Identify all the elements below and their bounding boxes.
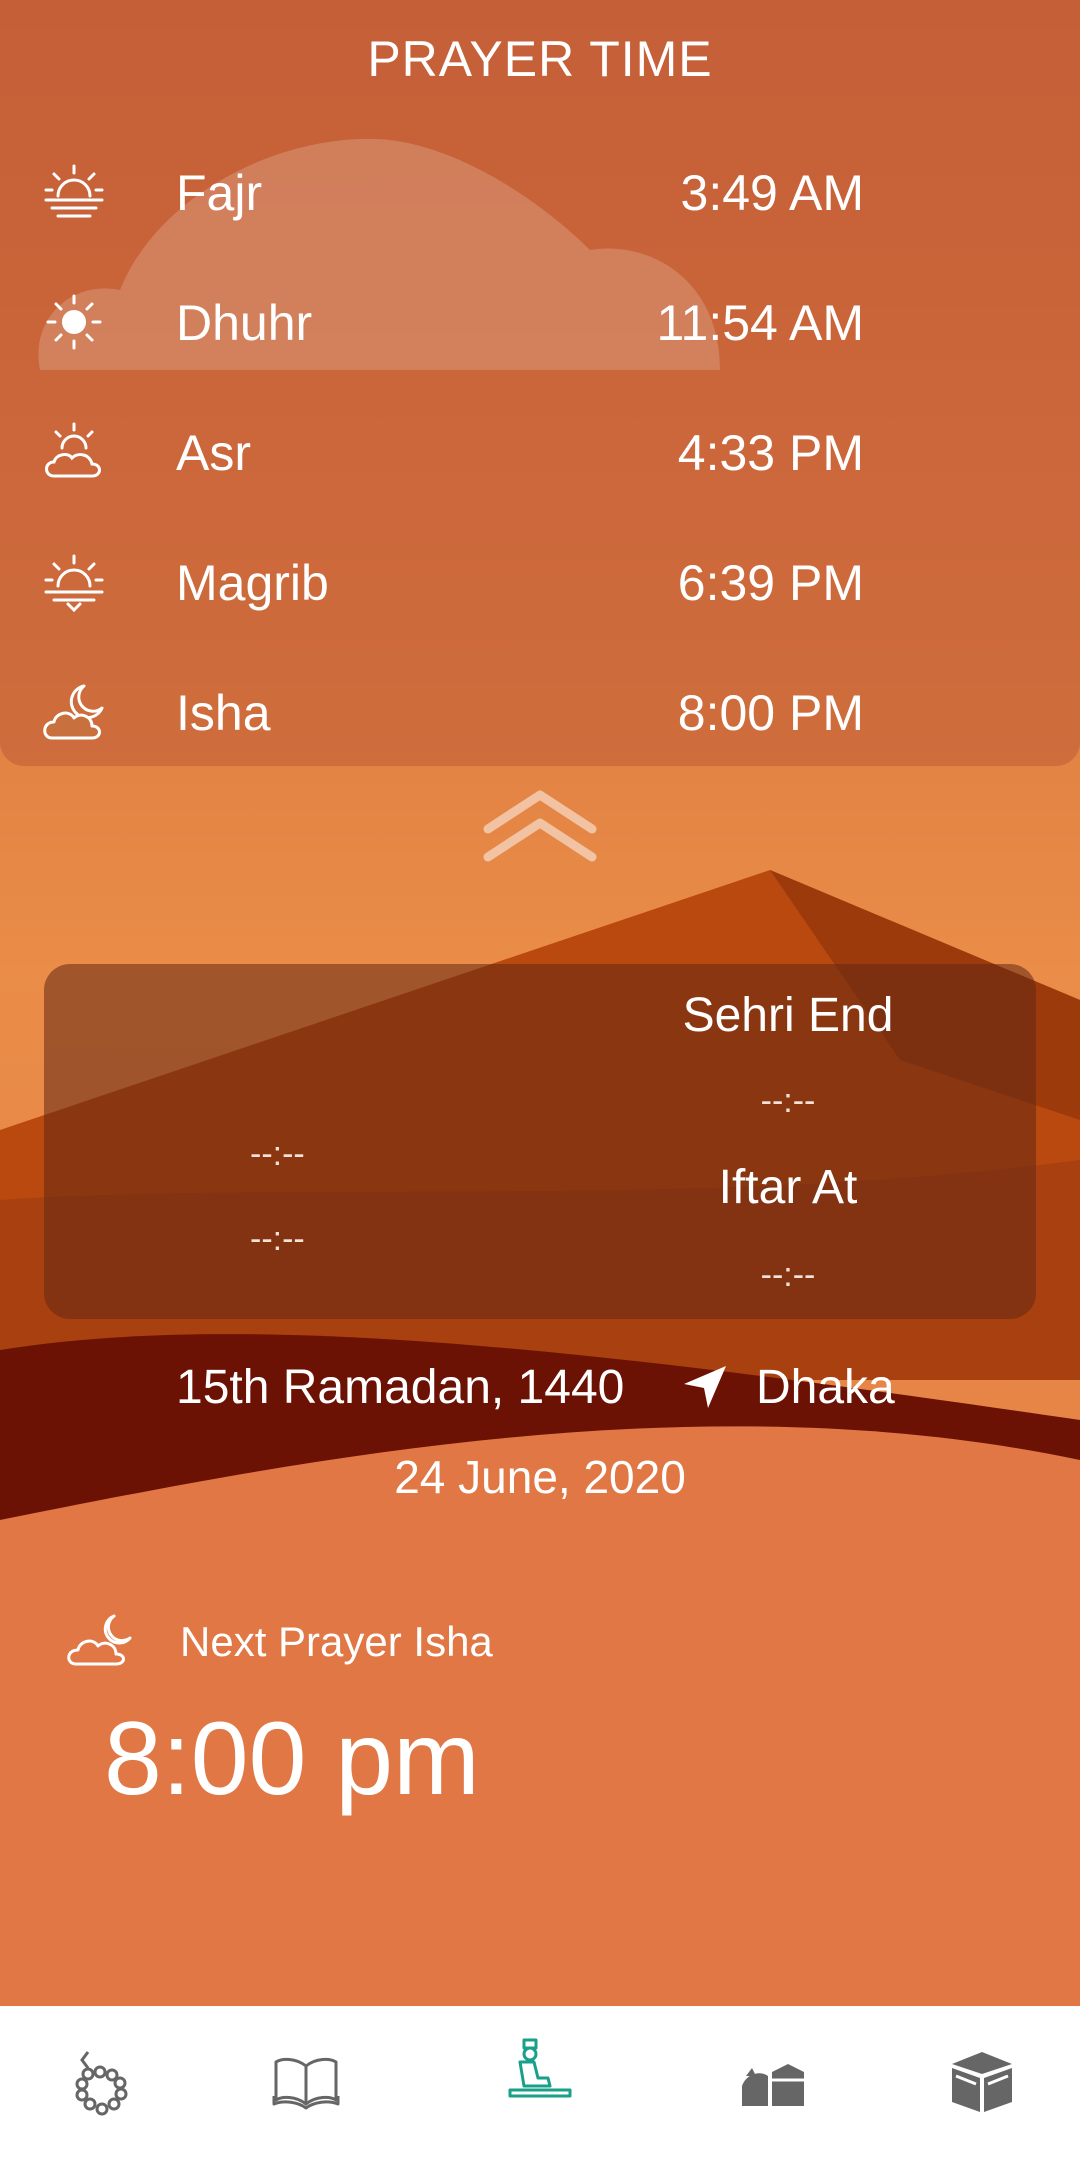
prayer-name: Isha (176, 685, 271, 741)
prayer-row-dhuhr[interactable]: Dhuhr 11:54 AM (0, 262, 1080, 382)
prayer-row-fajr[interactable]: Fajr 3:49 AM (0, 132, 1080, 252)
prayer-icon[interactable] (504, 2032, 576, 2104)
fasting-left-value: --:-- (250, 1135, 305, 1173)
sun-icon (46, 294, 102, 350)
sunset-icon (44, 554, 104, 613)
prayer-time: 11:54 AM (656, 295, 864, 351)
prayer-name: Fajr (176, 165, 263, 221)
moon-cloud-icon (43, 684, 104, 740)
prayer-times-panel: PRAYER TIME Fajr 3:49 AM Dhuhr 11:54 AM (0, 0, 1080, 766)
moon-cloud-icon (67, 1614, 132, 1666)
sehri-end-value: --:-- (760, 1082, 816, 1120)
prayer-time: 8:00 PM (677, 685, 864, 741)
prayer-time: 3:49 AM (680, 165, 864, 221)
iftar-at-value: --:-- (760, 1256, 816, 1294)
tasbih-icon[interactable] (66, 2046, 138, 2118)
sun-cloud-icon (45, 422, 101, 478)
iftar-at-label: Iftar At (718, 1161, 858, 1214)
hijri-date: 15th Ramadan, 1440 (176, 1361, 625, 1414)
sehri-end-label: Sehri End (682, 989, 894, 1042)
prayer-name: Dhuhr (176, 295, 313, 351)
page-title: PRAYER TIME (367, 31, 713, 87)
prayer-name: Asr (176, 425, 251, 481)
prayer-row-isha[interactable]: Isha 8:00 PM (0, 652, 1080, 766)
next-prayer-label: Next Prayer Isha (180, 1618, 493, 1665)
prayer-row-asr[interactable]: Asr 4:33 PM (0, 392, 1080, 512)
prayer-row-magrib[interactable]: Magrib 6:39 PM (0, 522, 1080, 642)
location-city[interactable]: Dhaka (756, 1360, 895, 1415)
kaaba-icon[interactable] (946, 2046, 1018, 2118)
bottom-navigation (0, 2006, 1080, 2160)
next-prayer-time: 8:00 pm (104, 1701, 480, 1817)
prayer-name: Magrib (176, 555, 329, 611)
gregorian-date: 24 June, 2020 (394, 1451, 686, 1503)
collapse-chevron-icon[interactable] (480, 785, 600, 865)
fasting-left-value: --:-- (250, 1220, 305, 1258)
prayer-time: 4:33 PM (677, 425, 864, 481)
mosque-icon[interactable] (738, 2046, 810, 2118)
location-arrow-icon[interactable] (680, 1362, 730, 1412)
prayer-time: 6:39 PM (677, 555, 864, 611)
quran-icon[interactable] (270, 2046, 342, 2118)
sunrise-icon (44, 164, 104, 218)
